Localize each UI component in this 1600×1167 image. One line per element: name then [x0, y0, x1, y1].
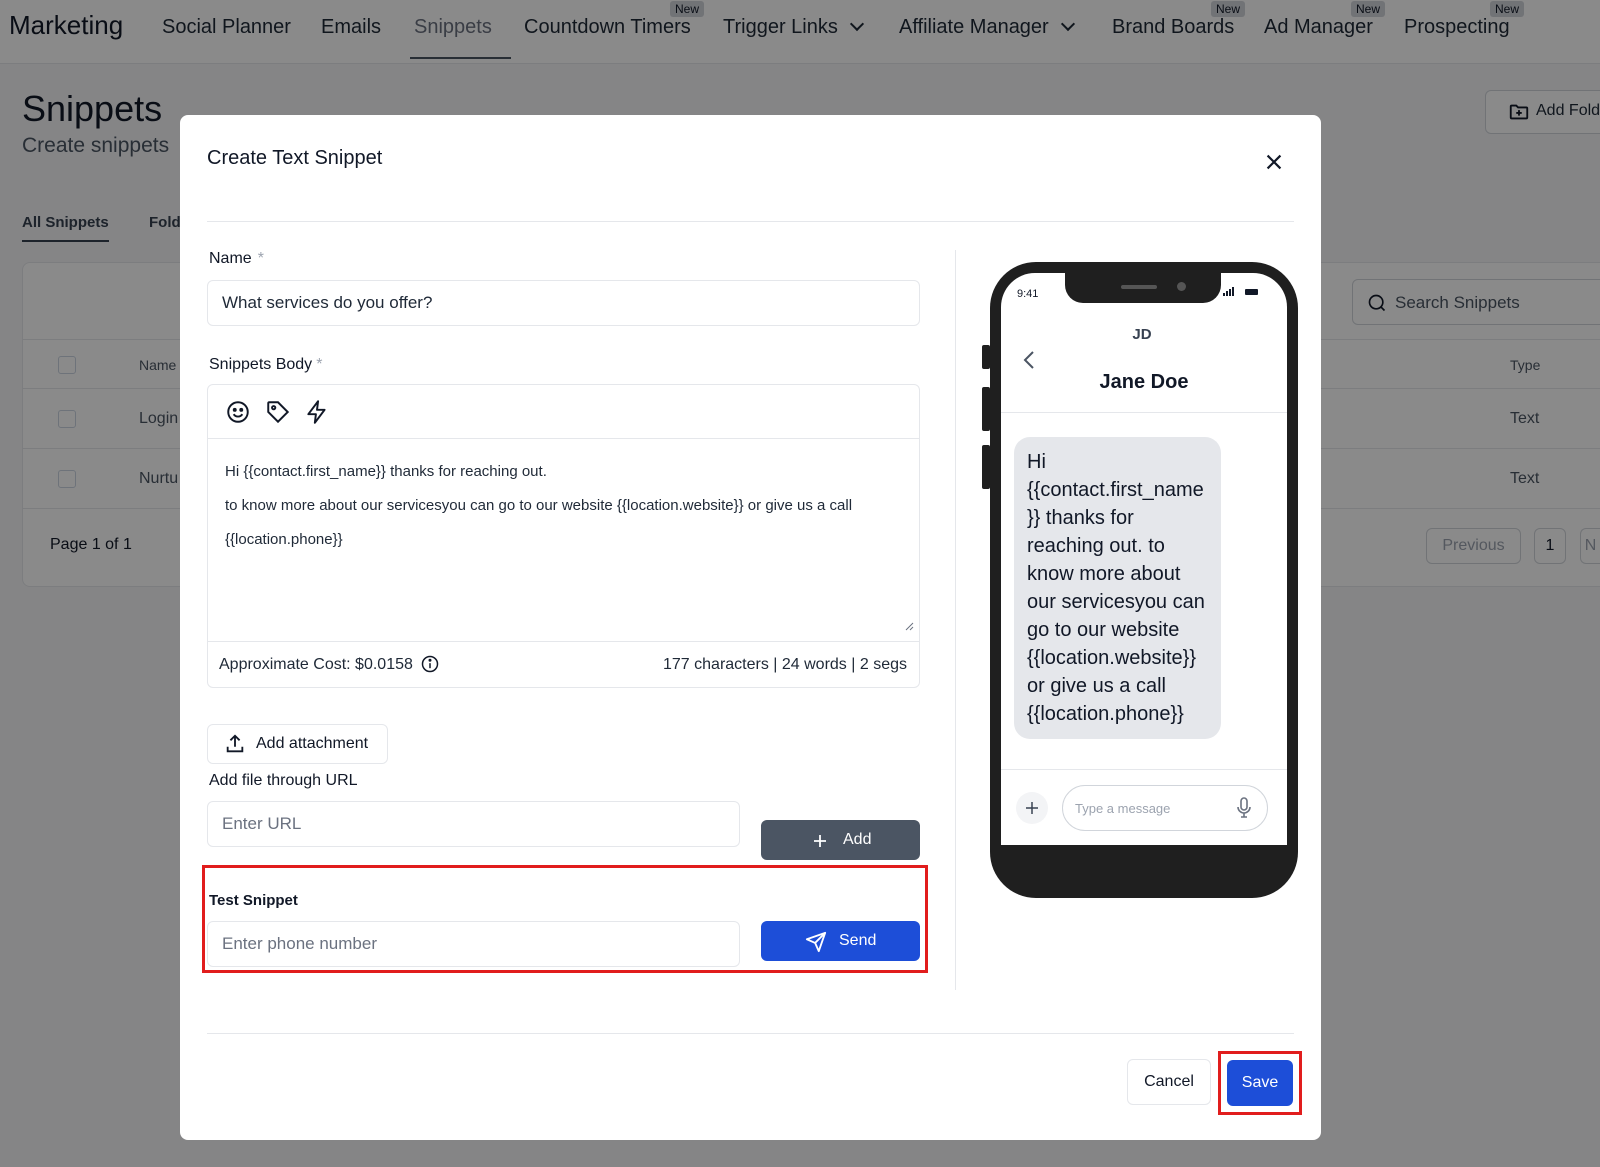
body-line: Hi {{contact.first_name}} thanks for rea…: [225, 463, 547, 480]
snippet-body-editor: Hi {{contact.first_name}} thanks for rea…: [207, 384, 920, 688]
save-button[interactable]: Save: [1227, 1060, 1293, 1106]
avatar: JD: [1122, 315, 1162, 355]
plus-icon: [1026, 802, 1038, 814]
modal-title: Create Text Snippet: [207, 147, 383, 169]
contact-name: Jane Doe: [1099, 371, 1189, 393]
send-label: Send: [839, 932, 877, 949]
create-snippet-modal: Create Text Snippet Name* Snippets Body*…: [180, 115, 1321, 1140]
phone-side-button: [982, 445, 990, 489]
phone-side-button: [982, 345, 990, 369]
modal-footer-divider: [207, 1033, 1294, 1034]
approximate-cost: Approximate Cost: $0.0158: [219, 656, 413, 673]
send-test-button[interactable]: Send: [761, 921, 920, 961]
close-icon[interactable]: [1263, 151, 1285, 173]
send-icon: [805, 931, 827, 953]
speaker-grill: [1121, 285, 1157, 289]
phone-side-button: [982, 387, 990, 431]
snippet-body-textarea[interactable]: Hi {{contact.first_name}} thanks for rea…: [225, 455, 905, 557]
info-icon[interactable]: [420, 654, 440, 674]
emoji-icon[interactable]: [225, 399, 251, 425]
attach-plus-button[interactable]: [1016, 792, 1048, 824]
status-time: 9:41: [1017, 288, 1039, 300]
add-attachment-label: Add attachment: [256, 735, 369, 752]
body-line: {{location.phone}}: [225, 531, 343, 548]
resize-handle-icon[interactable]: [904, 621, 914, 631]
phone-notch: [1065, 273, 1221, 303]
phone-footer-divider: [1001, 769, 1287, 770]
add-url-label: Add: [843, 831, 872, 848]
name-label-text: Name: [209, 250, 252, 267]
phone-number-input[interactable]: [207, 921, 740, 967]
snippets-body-label-text: Snippets Body: [209, 356, 313, 373]
phone-header-divider: [1001, 412, 1287, 413]
url-input[interactable]: [207, 801, 740, 847]
message-bubble: Hi {{contact.first_name}} thanks for rea…: [1014, 437, 1221, 739]
preview-divider: [955, 250, 956, 990]
body-line: to know more about our servicesyou can g…: [225, 497, 853, 514]
camera-dot: [1177, 282, 1186, 291]
tag-icon[interactable]: [265, 399, 291, 425]
snippet-name-input[interactable]: [207, 280, 920, 326]
required-mark: *: [316, 356, 323, 373]
back-chevron-icon[interactable]: [1021, 349, 1037, 371]
cancel-button[interactable]: Cancel: [1127, 1059, 1211, 1105]
name-label: Name *: [209, 250, 264, 268]
cost-bar: Approximate Cost: $0.0158 177 characters…: [208, 641, 919, 687]
test-snippet-label: Test Snippet: [209, 892, 298, 909]
lightning-icon[interactable]: [304, 399, 330, 425]
phone-screen: 9:41 JD Jane Doe Hi {{contact.first_name…: [1001, 273, 1287, 845]
plus-icon: [814, 835, 826, 847]
add-attachment-button[interactable]: Add attachment: [207, 724, 388, 764]
modal-header-divider: [207, 221, 1294, 222]
microphone-icon[interactable]: [1236, 797, 1252, 819]
character-count: 177 characters | 24 words | 2 segs: [663, 656, 907, 673]
editor-toolbar: [208, 385, 919, 439]
phone-preview: 9:41 JD Jane Doe Hi {{contact.first_name…: [990, 262, 1298, 898]
add-url-button[interactable]: Add: [761, 820, 920, 860]
upload-icon: [226, 734, 244, 753]
required-mark: *: [257, 250, 264, 267]
signal-battery-icon: [1223, 287, 1258, 296]
add-file-url-label: Add file through URL: [209, 772, 358, 789]
snippets-body-label: Snippets Body *: [209, 356, 322, 374]
